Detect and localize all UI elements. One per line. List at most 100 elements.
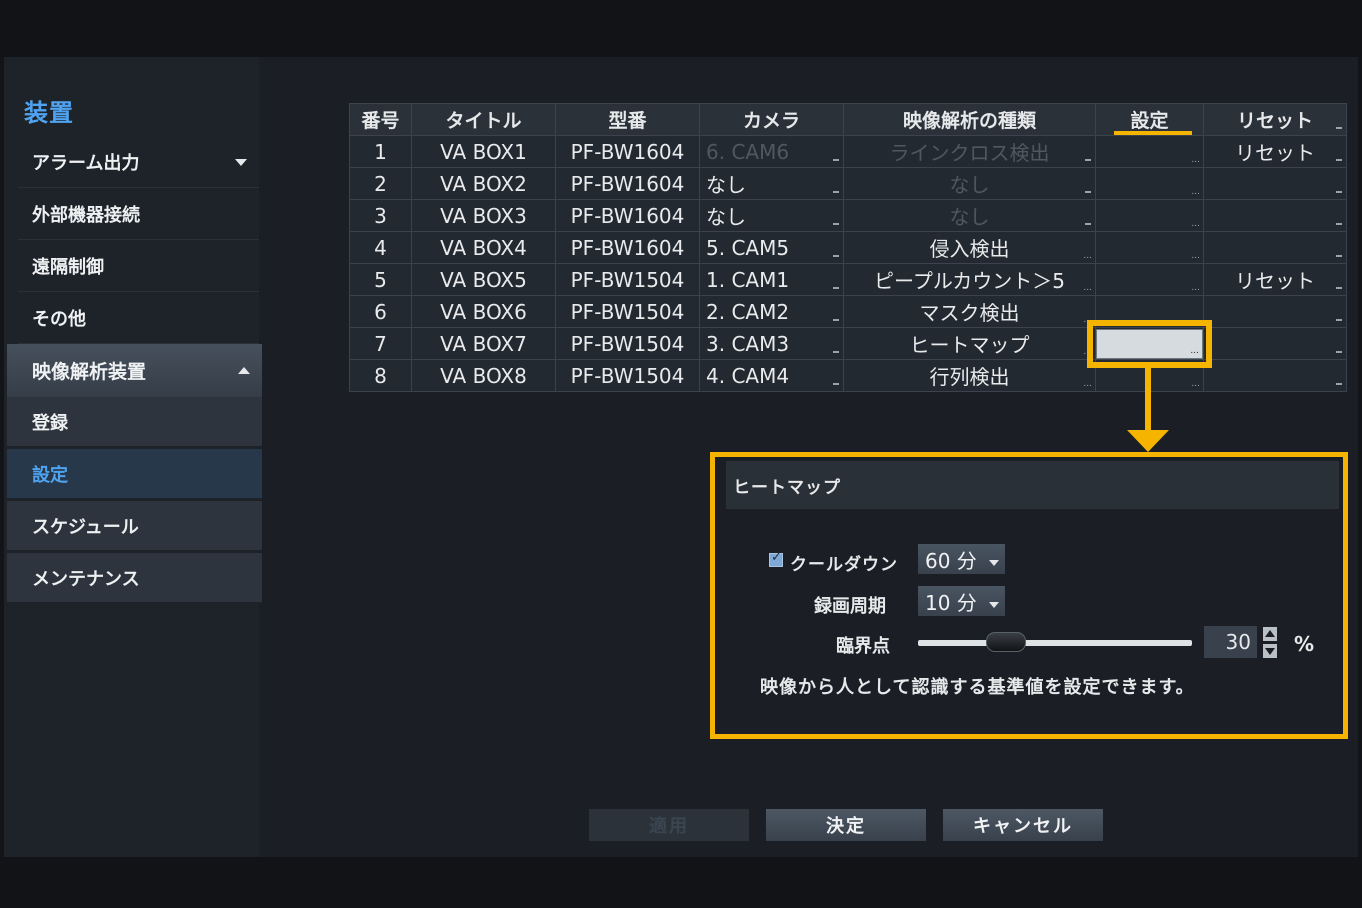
table-row: 1 VA BOX1 PF-BW1604 6. CAM6 ラインクロス検出 リセッ… <box>349 135 1347 168</box>
cell-analysis-select[interactable]: ヒートマップ <box>843 327 1096 360</box>
cell-title: VA BOX2 <box>411 167 556 200</box>
cell-reset-select[interactable]: リセット <box>1203 135 1347 168</box>
threshold-number-input[interactable]: 30 <box>1204 626 1257 658</box>
cell-title: VA BOX1 <box>411 135 556 168</box>
cell-number: 8 <box>349 359 412 392</box>
cell-camera-select[interactable]: 4. CAM4 <box>699 359 844 392</box>
cell-reset-select[interactable] <box>1203 359 1347 392</box>
threshold-slider-track[interactable] <box>918 640 1192 646</box>
sidebar-item-other[interactable]: その他 <box>18 293 259 344</box>
cooldown-checkbox[interactable] <box>769 550 783 567</box>
sidebar-subitem-settings[interactable]: 設定 <box>7 449 262 500</box>
ok-button[interactable]: 決定 <box>766 809 926 841</box>
cell-analysis-select[interactable]: 侵入検出 <box>843 231 1096 264</box>
heatmap-settings-panel: ヒートマップ クールダウン 60 分 録画周期 10 分 臨界点 30 % 映像… <box>710 452 1348 739</box>
threshold-description: 映像から人として認識する基準値を設定できます。 <box>760 677 1195 698</box>
sidebar: 装置 アラーム出力 外部機器接続 遠隔制御 その他 映像解析装置 登録 設定 ス… <box>4 57 262 857</box>
heatmap-settings-button[interactable] <box>1096 329 1203 359</box>
callout-arrow-down-icon <box>1127 430 1169 452</box>
threshold-slider-handle[interactable] <box>985 632 1026 652</box>
cell-model: PF-BW1604 <box>555 231 700 264</box>
cell-settings-button[interactable] <box>1095 167 1204 200</box>
cell-model: PF-BW1504 <box>555 295 700 328</box>
apply-button[interactable]: 適用 <box>589 809 749 841</box>
cooldown-value: 60 分 <box>925 548 977 573</box>
sidebar-subitem-label: メンテナンス <box>32 568 140 590</box>
settings-column-highlight <box>1114 131 1192 135</box>
sidebar-item-label: 遠隔制御 <box>32 257 104 278</box>
cell-title: VA BOX8 <box>411 359 556 392</box>
cell-camera-select[interactable]: 6. CAM6 <box>699 135 844 168</box>
cell-analysis-select[interactable]: ピープルカウント＞5 <box>843 263 1096 296</box>
chevron-up-icon <box>238 366 250 374</box>
cell-camera-select[interactable]: なし <box>699 199 844 232</box>
cell-analysis-select[interactable]: なし <box>843 199 1096 232</box>
sidebar-item-alarm-output[interactable]: アラーム出力 <box>18 137 259 188</box>
cell-analysis-select[interactable]: マスク検出 <box>843 295 1096 328</box>
recording-cycle-select[interactable]: 10 分 <box>918 586 1005 616</box>
sidebar-item-label: その他 <box>32 309 86 330</box>
chevron-down-icon <box>989 602 999 608</box>
cell-settings-button[interactable] <box>1095 263 1204 296</box>
cell-reset-select[interactable] <box>1203 295 1347 328</box>
increment-arrow-icon[interactable] <box>1263 627 1277 641</box>
table-row: 3 VA BOX3 PF-BW1604 なし なし <box>349 199 1347 232</box>
column-header-camera: カメラ <box>699 103 844 136</box>
cell-camera-select[interactable]: 1. CAM1 <box>699 263 844 296</box>
cell-reset-select[interactable] <box>1203 231 1347 264</box>
sidebar-item-remote-control[interactable]: 遠隔制御 <box>18 241 259 292</box>
cell-title: VA BOX7 <box>411 327 556 360</box>
cell-camera-select[interactable]: 3. CAM3 <box>699 327 844 360</box>
cell-number: 3 <box>349 199 412 232</box>
cell-model: PF-BW1504 <box>555 359 700 392</box>
cell-reset-select[interactable] <box>1203 327 1347 360</box>
sidebar-subitem-register[interactable]: 登録 <box>7 397 262 448</box>
cell-settings-button[interactable] <box>1095 199 1204 232</box>
sidebar-item-external-device[interactable]: 外部機器接続 <box>18 189 259 240</box>
cell-settings-button[interactable] <box>1095 231 1204 264</box>
cancel-button[interactable]: キャンセル <box>943 809 1103 841</box>
cell-number: 7 <box>349 327 412 360</box>
callout-arrow-stem <box>1145 368 1151 430</box>
column-header-analysis-type: 映像解析の種類 <box>843 103 1096 136</box>
cell-settings-button[interactable] <box>1095 135 1204 168</box>
cell-reset-select[interactable] <box>1203 167 1347 200</box>
sidebar-group-video-analysis[interactable]: 映像解析装置 <box>7 344 262 397</box>
table-row: 2 VA BOX2 PF-BW1604 なし なし <box>349 167 1347 200</box>
recording-cycle-value: 10 分 <box>925 590 977 615</box>
cell-title: VA BOX3 <box>411 199 556 232</box>
column-header-reset[interactable]: リセット <box>1203 103 1347 136</box>
recording-cycle-label: 録画周期 <box>814 596 886 617</box>
cell-number: 6 <box>349 295 412 328</box>
cell-model: PF-BW1604 <box>555 199 700 232</box>
sidebar-subitem-schedule[interactable]: スケジュール <box>7 501 262 552</box>
panel-title: ヒートマップ <box>726 461 1339 509</box>
column-header-model: 型番 <box>555 103 700 136</box>
table-row: 4 VA BOX4 PF-BW1604 5. CAM5 侵入検出 <box>349 231 1347 264</box>
cell-analysis-select[interactable]: ラインクロス検出 <box>843 135 1096 168</box>
column-header-title: タイトル <box>411 103 556 136</box>
sidebar-item-label: アラーム出力 <box>32 153 140 174</box>
sidebar-subitem-label: スケジュール <box>32 516 139 538</box>
cell-camera-select[interactable]: なし <box>699 167 844 200</box>
sidebar-subitem-maintenance[interactable]: メンテナンス <box>7 553 262 604</box>
cell-model: PF-BW1504 <box>555 263 700 296</box>
sidebar-group-label: 映像解析装置 <box>32 361 147 383</box>
table-row: 5 VA BOX5 PF-BW1504 1. CAM1 ピープルカウント＞5 リ… <box>349 263 1347 296</box>
cell-analysis-select[interactable]: 行列検出 <box>843 359 1096 392</box>
cell-reset-select[interactable] <box>1203 199 1347 232</box>
cell-reset-select[interactable]: リセット <box>1203 263 1347 296</box>
cell-title: VA BOX6 <box>411 295 556 328</box>
chevron-down-icon <box>989 560 999 566</box>
threshold-label: 臨界点 <box>836 636 890 657</box>
cell-title: VA BOX4 <box>411 231 556 264</box>
cell-camera-select[interactable]: 5. CAM5 <box>699 231 844 264</box>
cell-analysis-select[interactable]: なし <box>843 167 1096 200</box>
sidebar-subitem-label: 登録 <box>32 412 68 434</box>
cell-camera-select[interactable]: 2. CAM2 <box>699 295 844 328</box>
cooldown-select[interactable]: 60 分 <box>918 544 1005 574</box>
sidebar-subitem-label: 設定 <box>32 464 68 486</box>
decrement-arrow-icon[interactable] <box>1263 644 1277 658</box>
cell-number: 2 <box>349 167 412 200</box>
chevron-down-icon <box>235 159 247 166</box>
